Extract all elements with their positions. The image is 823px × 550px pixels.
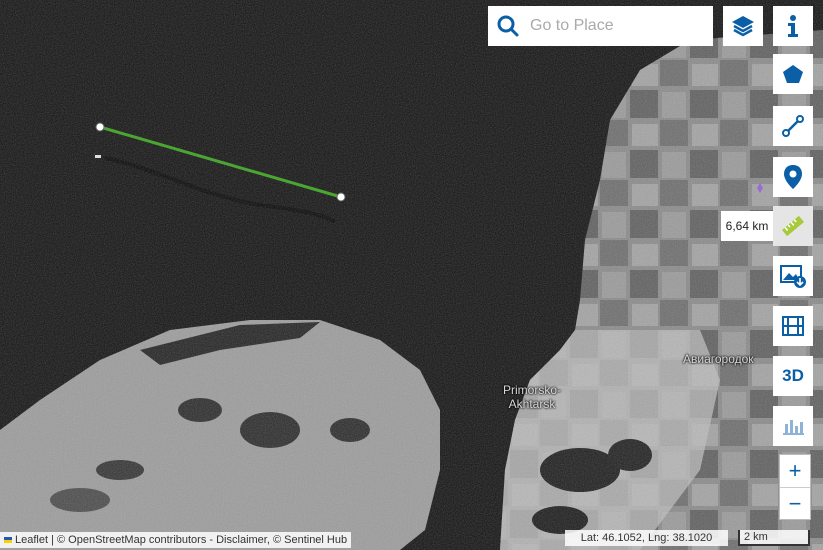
info-button[interactable] <box>773 6 813 46</box>
histogram-button[interactable] <box>773 406 813 446</box>
image-download-icon <box>780 265 806 288</box>
zoom-control: + − <box>779 454 811 520</box>
draw-polygon-button[interactable] <box>773 54 813 94</box>
download-image-button[interactable] <box>773 256 813 296</box>
measure-button[interactable] <box>773 206 813 246</box>
satellite-map[interactable] <box>0 0 823 550</box>
layers-button[interactable] <box>723 6 763 46</box>
search-box <box>488 6 713 46</box>
ruler-icon <box>782 215 804 237</box>
measurement-end-vertex <box>336 192 346 202</box>
line-icon <box>782 115 804 137</box>
poi-button[interactable] <box>773 157 813 197</box>
chart-icon <box>783 420 804 435</box>
zoom-out-button[interactable]: − <box>780 488 810 520</box>
pentagon-icon <box>783 65 803 83</box>
info-icon <box>788 15 798 37</box>
timelapse-button[interactable] <box>773 306 813 346</box>
ukraine-flag-icon <box>4 537 12 543</box>
search-input[interactable] <box>528 16 702 36</box>
draw-line-button[interactable] <box>773 106 813 146</box>
zoom-in-button[interactable]: + <box>780 455 810 488</box>
search-icon[interactable] <box>488 6 528 46</box>
attribution: Leaflet | © OpenStreetMap contributors -… <box>0 532 352 548</box>
attribution-text[interactable]: Leaflet | © OpenStreetMap contributors -… <box>15 534 347 546</box>
3d-button[interactable]: 3D <box>773 356 813 396</box>
layers-icon <box>732 16 754 37</box>
cursor-coordinates: Lat: 46.1052, Lng: 38.1020 <box>565 530 728 546</box>
measurement-distance: 6,64 km <box>721 211 773 241</box>
scale-bar: 2 km <box>738 530 810 546</box>
measurement-start-vertex <box>95 122 105 132</box>
film-icon <box>782 316 804 336</box>
city-label: Primorsko-Akhtarsk <box>502 383 561 411</box>
district-label: Авиагородок <box>683 352 754 366</box>
map-pin-icon <box>784 165 802 189</box>
